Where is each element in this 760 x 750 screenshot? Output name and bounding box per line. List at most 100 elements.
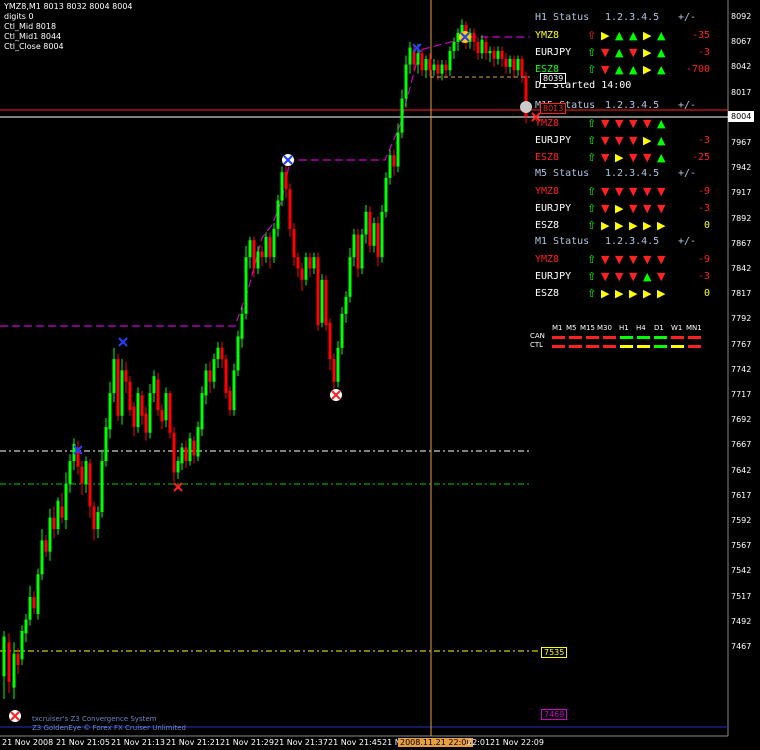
tf-status-bar	[688, 345, 701, 348]
timeframe-label: MN1	[686, 324, 702, 332]
price-tick: 7692	[731, 415, 752, 425]
candle-bull	[112, 359, 116, 394]
candle-bull	[104, 427, 108, 462]
timeframe-label: D1	[654, 324, 664, 332]
status-arrow-icon: ▼	[601, 46, 610, 59]
candle-bear	[324, 279, 328, 326]
status-arrow-icon: ▲	[615, 29, 624, 42]
price-chart[interactable]	[0, 0, 760, 750]
candle-bull	[196, 427, 200, 457]
timeframe-label: H1	[619, 324, 629, 332]
timeframe-label: M1	[552, 324, 563, 332]
candle-bull	[304, 257, 308, 280]
candle-bull	[40, 540, 44, 575]
status-arrow-icon: ▼	[601, 185, 610, 198]
candle-bull	[352, 234, 356, 258]
trend-arrow-icon: ⇧	[587, 270, 597, 283]
candle-bear	[172, 432, 176, 473]
chart-window[interactable]: YMZ8,M1 8013 8032 8004 8004 digits 0 Ctl…	[0, 0, 760, 750]
candle-bull	[204, 370, 208, 396]
candle-bull	[212, 359, 216, 382]
status-arrow-icon: ▼	[643, 185, 652, 198]
candle-bull	[276, 200, 280, 229]
status-arrow-icon: ▼	[629, 270, 638, 283]
panel-pm: +/-	[678, 168, 697, 179]
candle-bear	[492, 50, 496, 59]
candle-bear	[268, 236, 272, 258]
candle-bull	[240, 313, 244, 339]
tf-status-bar	[654, 345, 667, 348]
candle-bull	[56, 500, 60, 530]
trend-arrow-icon: ⇧	[587, 29, 597, 42]
status-arrow-icon: ▼	[601, 117, 610, 130]
price-tick: 7767	[731, 339, 752, 349]
candle-bull	[432, 64, 436, 71]
candle-bull	[148, 393, 152, 433]
panel-symbol: YMZ8	[535, 186, 560, 197]
candle-bear	[504, 58, 508, 67]
price-tick: 8042	[731, 62, 752, 72]
price-tick: 7792	[731, 314, 752, 324]
candle-bear	[228, 390, 232, 411]
timeframe-label: M5	[566, 324, 577, 332]
candle-bull	[96, 512, 100, 530]
candle-bull	[452, 41, 456, 51]
candle-bear	[16, 653, 20, 665]
candle-bull	[136, 393, 140, 428]
candle-bull	[424, 58, 428, 71]
footer-line1: txcruiser's Z3 Convergence System	[32, 715, 157, 723]
panel-title: M1 Status	[535, 236, 590, 247]
candle-bear	[116, 359, 120, 416]
price-tick: 7667	[731, 440, 752, 450]
tf-row-label: CTL	[530, 341, 544, 349]
trend-arrow-icon: ⇧	[587, 202, 597, 215]
grey-circle-marker-icon	[520, 101, 532, 113]
status-arrow-icon: ▼	[601, 134, 610, 147]
level-tag-7535: 7535	[541, 647, 568, 658]
candle-bull	[320, 279, 324, 323]
trend-arrow-icon: ⇧	[587, 63, 597, 76]
price-tick: 8092	[731, 12, 752, 21]
price-tick: 7567	[731, 541, 752, 551]
status-arrow-icon: ▼	[657, 185, 666, 198]
candle-bear	[316, 257, 320, 326]
status-arrow-icon: ▶	[643, 287, 652, 300]
candle-bull	[448, 50, 452, 71]
price-tick: 7917	[731, 188, 752, 198]
status-arrow-icon: ▶	[643, 134, 652, 147]
candle-bull	[236, 336, 240, 371]
status-arrow-icon: ▼	[629, 117, 638, 130]
candle-bull	[20, 630, 24, 660]
candle-bear	[500, 50, 504, 59]
tf-status-bar	[569, 336, 582, 339]
candle-bear	[356, 234, 360, 269]
candle-bear	[60, 506, 64, 518]
panel-value: -35	[691, 30, 710, 41]
candle-bull	[48, 517, 52, 552]
tf-status-bar	[654, 336, 667, 339]
status-arrow-icon: ▶	[615, 202, 624, 215]
footer-line2: Z3 GoldenEye © Forex FX Cruiser Unlimite…	[32, 724, 186, 732]
status-arrow-icon: ▼	[629, 202, 638, 215]
tf-status-bar	[637, 336, 650, 339]
candle-bull	[396, 132, 400, 167]
candle-bear	[208, 370, 212, 382]
candle-bull	[24, 619, 28, 634]
panel-pm: +/-	[678, 12, 697, 23]
panel-symbol: EURJPY	[535, 203, 572, 214]
candle-bear	[184, 447, 188, 462]
candle-bear	[472, 32, 476, 42]
panel-symbol: EURJPY	[535, 135, 572, 146]
status-arrow-icon: ▲	[657, 46, 666, 59]
magenta-trail-line	[0, 36, 530, 327]
tf-status-bar	[671, 336, 684, 339]
candle-bear	[512, 58, 516, 71]
candle-bull	[340, 313, 344, 348]
candle-bull	[388, 155, 392, 178]
candle-bear	[92, 506, 96, 530]
status-arrow-icon: ▶	[643, 219, 652, 232]
panel-value: -3	[697, 271, 710, 282]
candle-bull	[256, 251, 260, 269]
tf-status-bar	[620, 336, 633, 339]
candle-bear	[436, 64, 440, 74]
